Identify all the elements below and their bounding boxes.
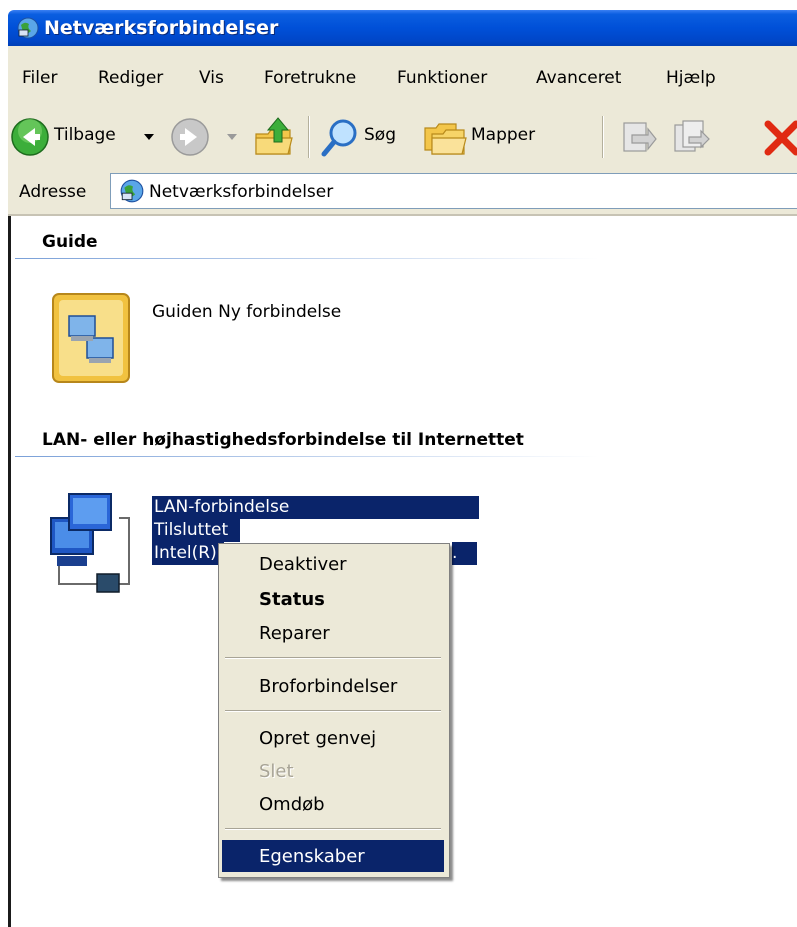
lan-connection-device-text: Intel(R)	[154, 543, 217, 563]
group-divider	[15, 456, 599, 457]
menu-edit[interactable]: Rediger	[98, 68, 163, 88]
menu-bar: Filer Rediger Vis Foretrukne Funktioner …	[8, 46, 797, 105]
menu-item-status[interactable]: Status	[259, 589, 325, 610]
menu-favorites[interactable]: Foretrukne	[264, 68, 356, 88]
menu-view[interactable]: Vis	[199, 68, 224, 88]
group-divider	[15, 258, 599, 259]
address-label: Adresse	[19, 182, 87, 202]
back-dropdown-icon[interactable]	[143, 132, 155, 142]
menu-item-properties[interactable]: Egenskaber	[259, 846, 365, 867]
search-icon[interactable]	[320, 116, 362, 158]
group-heading-lan: LAN- eller højhastighedsforbindelse til …	[42, 430, 524, 450]
toolbar-separator	[602, 116, 604, 158]
lan-connection-status-text: Tilsluttet	[154, 520, 229, 540]
lan-connection-status[interactable]: Tilsluttet	[152, 519, 240, 542]
toolbar: Tilbage Søg Mapper	[8, 104, 797, 169]
context-menu: Deaktiver Status Reparer Broforbindelser…	[218, 543, 450, 878]
network-connections-icon	[17, 17, 39, 39]
folders-icon[interactable]	[422, 116, 468, 158]
address-field[interactable]: Netværksforbindelser	[110, 173, 797, 209]
up-folder-icon[interactable]	[252, 114, 296, 158]
menu-tools[interactable]: Funktioner	[397, 68, 487, 88]
back-button-label[interactable]: Tilbage	[54, 125, 116, 145]
menu-item-create-shortcut[interactable]: Opret genvej	[259, 728, 376, 749]
new-connection-wizard-label[interactable]: Guiden Ny forbindelse	[152, 302, 341, 322]
folders-button-label[interactable]: Mapper	[471, 125, 535, 145]
toolbar-separator	[308, 116, 310, 158]
menu-item-bridge-connections[interactable]: Broforbindelser	[259, 676, 397, 697]
menu-item-repair[interactable]: Reparer	[259, 623, 330, 644]
window-title: Netværksforbindelser	[44, 17, 279, 39]
forward-arrow-icon[interactable]	[170, 117, 210, 157]
menu-item-rename[interactable]: Omdøb	[259, 794, 325, 815]
new-connection-wizard-icon[interactable]	[47, 290, 137, 386]
network-connections-icon	[120, 179, 144, 203]
move-to-icon[interactable]	[618, 117, 658, 157]
title-bar[interactable]: Netværksforbindelser	[8, 10, 797, 46]
search-button-label[interactable]: Søg	[364, 125, 396, 145]
lan-connection-name[interactable]: LAN-forbindelse	[152, 496, 479, 519]
menu-file[interactable]: Filer	[22, 68, 57, 88]
copy-to-icon[interactable]	[671, 117, 711, 157]
group-heading-guide: Guide	[42, 232, 98, 252]
lan-connection-device-tail: .	[452, 542, 477, 565]
lan-connection-device-tail-text: .	[452, 543, 458, 563]
menu-item-deactivate[interactable]: Deaktiver	[259, 554, 347, 575]
lan-connection-icon[interactable]	[47, 488, 147, 594]
lan-connection-device[interactable]: Intel(R)	[152, 542, 224, 565]
address-value[interactable]: Netværksforbindelser	[149, 182, 333, 202]
menu-separator	[225, 657, 441, 659]
address-bar: Adresse Netværksforbindelser	[8, 168, 797, 216]
menu-item-delete: Slet	[259, 761, 294, 782]
back-arrow-icon[interactable]	[10, 117, 50, 157]
menu-advanced[interactable]: Avanceret	[536, 68, 621, 88]
delete-icon[interactable]	[764, 120, 797, 156]
forward-dropdown-icon[interactable]	[226, 132, 238, 142]
menu-help[interactable]: Hjælp	[666, 68, 716, 88]
menu-separator	[225, 828, 441, 830]
lan-connection-name-text: LAN-forbindelse	[154, 497, 290, 517]
menu-separator	[225, 710, 441, 712]
